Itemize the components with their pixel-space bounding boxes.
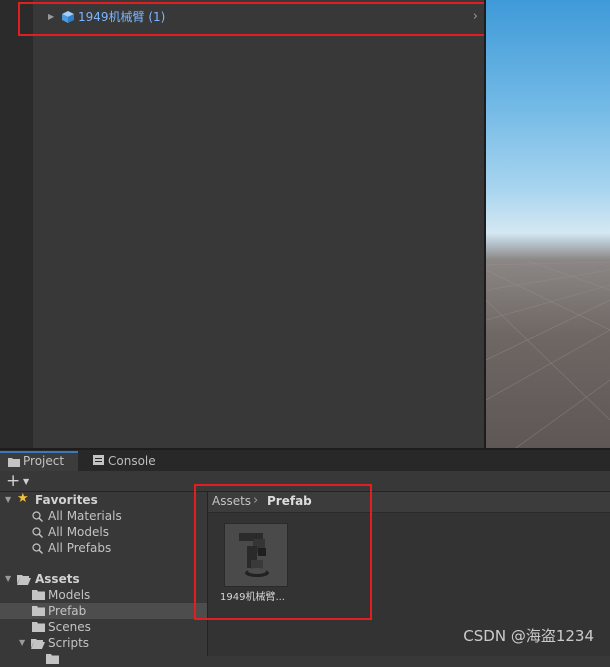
favorites-item-materials[interactable]: All Materials bbox=[0, 508, 207, 524]
folder-label: Scripts bbox=[48, 636, 90, 650]
tree-item-partial[interactable] bbox=[0, 651, 207, 667]
search-icon bbox=[32, 511, 43, 522]
watermark: CSDN @海盗1234 bbox=[463, 627, 594, 645]
assets-item-models[interactable]: Models bbox=[0, 587, 207, 603]
tab-bar: Project Console bbox=[0, 450, 610, 471]
folder-open-icon bbox=[17, 575, 31, 585]
assets-label: Assets bbox=[35, 572, 80, 586]
favorites-item-label: All Prefabs bbox=[48, 541, 112, 555]
expand-arrow-icon[interactable]: ▼ bbox=[5, 492, 11, 508]
tab-console[interactable]: Console bbox=[85, 451, 165, 471]
tab-project-label: Project bbox=[23, 454, 65, 468]
folder-icon bbox=[32, 606, 45, 616]
search-icon bbox=[32, 543, 43, 554]
tab-project[interactable]: Project bbox=[0, 451, 78, 471]
tree-assets[interactable]: ▼ Assets bbox=[0, 571, 207, 587]
favorites-item-prefabs[interactable]: All Prefabs bbox=[0, 540, 207, 556]
assets-item-scripts[interactable]: ▼ Scripts bbox=[0, 635, 207, 651]
folder-label: Prefab bbox=[48, 604, 87, 618]
favorites-item-models[interactable]: All Models bbox=[0, 524, 207, 540]
folder-icon bbox=[8, 458, 20, 467]
favorites-label: Favorites bbox=[35, 493, 98, 507]
create-button[interactable]: + ▼ bbox=[6, 471, 34, 491]
project-tree: ▼ ★ Favorites All Materials All Models A… bbox=[0, 491, 208, 664]
folder-icon bbox=[32, 622, 45, 632]
highlight-box-hierarchy bbox=[18, 2, 494, 36]
tree-favorites[interactable]: ▼ ★ Favorites bbox=[0, 491, 207, 508]
expand-arrow-icon[interactable]: ▼ bbox=[5, 571, 11, 587]
side-strip bbox=[0, 0, 33, 448]
assets-item-scenes[interactable]: Scenes bbox=[0, 619, 207, 635]
favorites-item-label: All Materials bbox=[48, 509, 122, 523]
hierarchy-panel bbox=[33, 0, 484, 448]
expand-arrow-icon[interactable]: ▼ bbox=[19, 635, 25, 651]
dropdown-arrow-icon: ▼ bbox=[23, 477, 30, 486]
create-label: + bbox=[6, 471, 21, 491]
folder-icon bbox=[46, 654, 59, 664]
console-icon bbox=[93, 455, 104, 465]
highlight-box-asset bbox=[194, 484, 372, 620]
scene-view[interactable] bbox=[486, 0, 610, 448]
scene-grid bbox=[486, 259, 610, 448]
favorites-item-label: All Models bbox=[48, 525, 109, 539]
star-icon: ★ bbox=[17, 491, 29, 506]
tab-console-label: Console bbox=[108, 454, 156, 468]
folder-label: Scenes bbox=[48, 620, 91, 634]
folder-open-icon bbox=[31, 639, 45, 649]
assets-item-prefab[interactable]: Prefab bbox=[0, 603, 207, 619]
folder-label: Models bbox=[48, 588, 91, 602]
search-icon bbox=[32, 527, 43, 538]
folder-icon bbox=[32, 590, 45, 600]
